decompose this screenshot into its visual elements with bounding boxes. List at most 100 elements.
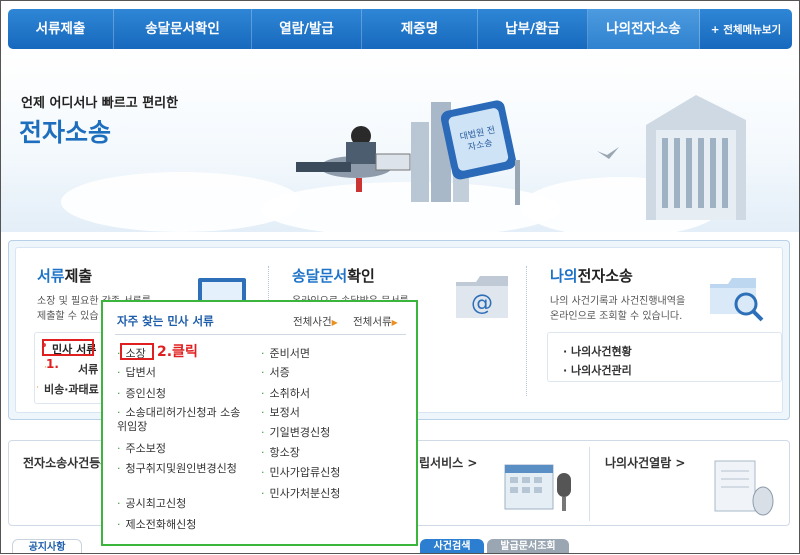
- tab-issued-doc-search[interactable]: 발급문서조회: [487, 539, 569, 554]
- heading-rest: 제출: [64, 267, 93, 285]
- nav-my-e-litigation[interactable]: 나의전자소송: [588, 9, 700, 49]
- doc-label: 민사가처분신청: [269, 487, 341, 500]
- frequent-civil-docs-popup: 자주 찾는 민사 서류 전체사건▶ 전체서류▶ · 소장 · 답변서 · 증인신청 ·…: [101, 300, 418, 546]
- bullet-icon: ·: [261, 347, 265, 360]
- all-documents-link[interactable]: 전체서류▶: [353, 314, 398, 329]
- my-case-status-link[interactable]: · 나의사건현황: [563, 343, 632, 359]
- all-cases-link[interactable]: 전체사건▶: [293, 314, 338, 329]
- desc-line: 나의 사건기록과 사건진행내역을: [550, 296, 686, 307]
- nav-document-submit[interactable]: 서류제출: [8, 9, 114, 49]
- service-link[interactable]: 립서비스 >: [419, 454, 477, 471]
- doc-label: 청구취지및원인변경신청: [125, 462, 237, 475]
- column-divider: [526, 266, 527, 396]
- doc-label: 답변서: [125, 366, 156, 379]
- annotation-step1: 1.: [46, 357, 59, 371]
- doc-correction[interactable]: · 보정서: [261, 406, 300, 420]
- tab-case-search[interactable]: 사건검색: [420, 539, 484, 554]
- doc-label: 제소전화해신청: [125, 518, 197, 531]
- annotation-step2: 2.클릭: [157, 344, 198, 360]
- email-folder-icon: @: [456, 276, 508, 318]
- bullet-icon: ·: [261, 426, 265, 439]
- nav-view-issue[interactable]: 열람/발급: [252, 9, 362, 49]
- doc-label: 주소보정: [125, 442, 166, 455]
- heading-highlight: 송달문서: [292, 267, 348, 285]
- annotation-highlight-civil-docs: [42, 339, 94, 356]
- doc-provisional-seizure[interactable]: · 민사가압류신청: [261, 466, 340, 480]
- folder-search-icon: [710, 278, 764, 322]
- doc-provisional-disposition[interactable]: · 민사가처분신청: [261, 487, 340, 501]
- bullet-icon: ·: [261, 466, 265, 479]
- bullet-icon: ·: [36, 383, 39, 393]
- service-check-heading[interactable]: 송달문서확인: [292, 265, 375, 286]
- monitor-illustration: [441, 100, 520, 205]
- row-divider: [589, 447, 590, 521]
- bullet-icon: ·: [117, 518, 121, 531]
- banner-title: 전자소송: [19, 118, 112, 147]
- doc-documentary-evidence[interactable]: · 서증: [261, 366, 290, 380]
- bullet-icon: ·: [261, 446, 265, 459]
- link-label: 나의사건관리: [571, 364, 632, 377]
- link-label: 전체사건: [293, 316, 332, 328]
- doc-witness-request[interactable]: · 증인신청: [117, 387, 166, 401]
- doc-label: 증인신청: [125, 387, 166, 400]
- hero-banner: 대법원 전자소송: [1, 52, 799, 232]
- doc-pre-suit-settlement[interactable]: · 제소전화해신청: [117, 518, 196, 532]
- link-label: 전체서류: [353, 316, 392, 328]
- bullet-icon: ·: [117, 387, 121, 400]
- bullet-icon: ·: [117, 497, 121, 510]
- bird-illustration: [597, 147, 619, 159]
- calendar-microphone-icon: [504, 464, 571, 511]
- doc-preparatory-brief[interactable]: · 준비서면: [261, 347, 310, 361]
- my-e-litigation-desc: 나의 사건기록과 사건진행내역을 온라인으로 조회할 수 있습니다.: [550, 294, 685, 324]
- doc-label: 기일변경신청: [269, 426, 331, 439]
- non-litigation-fine-link[interactable]: 비송·과태료: [44, 381, 99, 397]
- my-case-view-link[interactable]: 나의사건열람 >: [605, 454, 685, 471]
- my-e-litigation-heading[interactable]: 나의전자소송: [550, 265, 633, 286]
- doc-public-notice[interactable]: · 공시최고신청: [117, 497, 186, 511]
- link-label: 나의사건현황: [571, 345, 632, 358]
- banner-tagline: 언제 어디서나 빠르고 편리한: [21, 96, 179, 111]
- doc-date-change[interactable]: · 기일변경신청: [261, 426, 330, 440]
- doc-label: 서증: [269, 366, 290, 379]
- document-submit-heading[interactable]: 서류제출: [37, 265, 92, 286]
- heading-highlight: 서류: [37, 267, 65, 285]
- nav-payment-refund[interactable]: 납부/환급: [478, 9, 588, 49]
- heading-rest: 확인: [347, 267, 375, 285]
- doc-label: 공시최고신청: [125, 497, 187, 510]
- svg-text:@: @: [471, 291, 493, 316]
- doc-withdrawal[interactable]: · 소취하서: [261, 387, 310, 401]
- doc-appeal[interactable]: · 항소장: [261, 446, 300, 460]
- bullet-icon: ·: [261, 387, 265, 400]
- doc-answer[interactable]: · 답변서: [117, 366, 156, 380]
- bullet-icon: ·: [261, 487, 265, 500]
- nav-service-check[interactable]: 송달문서확인: [114, 9, 252, 49]
- top-navigation: 서류제출 송달문서확인 열람/발급 제증명 납부/환급 나의전자소송 + 전체메…: [8, 9, 792, 49]
- nav-certificate[interactable]: 제증명: [362, 9, 478, 49]
- heading-rest: 전자소송: [577, 267, 633, 285]
- bullet-icon: ·: [261, 366, 265, 379]
- flying-man-illustration: [296, 126, 411, 192]
- bullet-icon: ·: [117, 366, 121, 379]
- bullet-icon: ·: [261, 406, 265, 419]
- doc-address-correction[interactable]: · 주소보정: [117, 442, 166, 456]
- arrow-right-icon: ▶: [331, 318, 338, 327]
- popup-divider: [115, 334, 406, 335]
- doc-attorney-permit[interactable]: · 소송대리허가신청과 소송위임장: [117, 406, 247, 434]
- my-case-manage-link[interactable]: · 나의사건관리: [563, 362, 632, 378]
- tab-notice[interactable]: 공지사항: [12, 539, 82, 554]
- doc-label: 소취하서: [269, 387, 310, 400]
- case-registration-link[interactable]: 전자소송사건등록: [23, 454, 111, 471]
- doc-label: 항소장: [269, 446, 300, 459]
- doc-claim-change[interactable]: · 청구취지및원인변경신청: [117, 462, 249, 476]
- heading-highlight: 나의: [550, 267, 578, 285]
- court-building-illustration: [646, 95, 746, 220]
- doc-label: 보정서: [269, 406, 300, 419]
- doc-label: 준비서면: [269, 347, 310, 360]
- popup-title: 자주 찾는 민사 서류: [117, 314, 214, 328]
- document-mouse-icon: [714, 460, 774, 516]
- documents-link[interactable]: 서류: [78, 361, 98, 377]
- bullet-icon: ·: [117, 406, 121, 419]
- doc-label: 소송대리허가신청과 소송위임장: [117, 406, 241, 433]
- doc-label: 민사가압류신청: [269, 466, 341, 479]
- all-menu-button[interactable]: + 전체메뉴보기: [700, 22, 792, 37]
